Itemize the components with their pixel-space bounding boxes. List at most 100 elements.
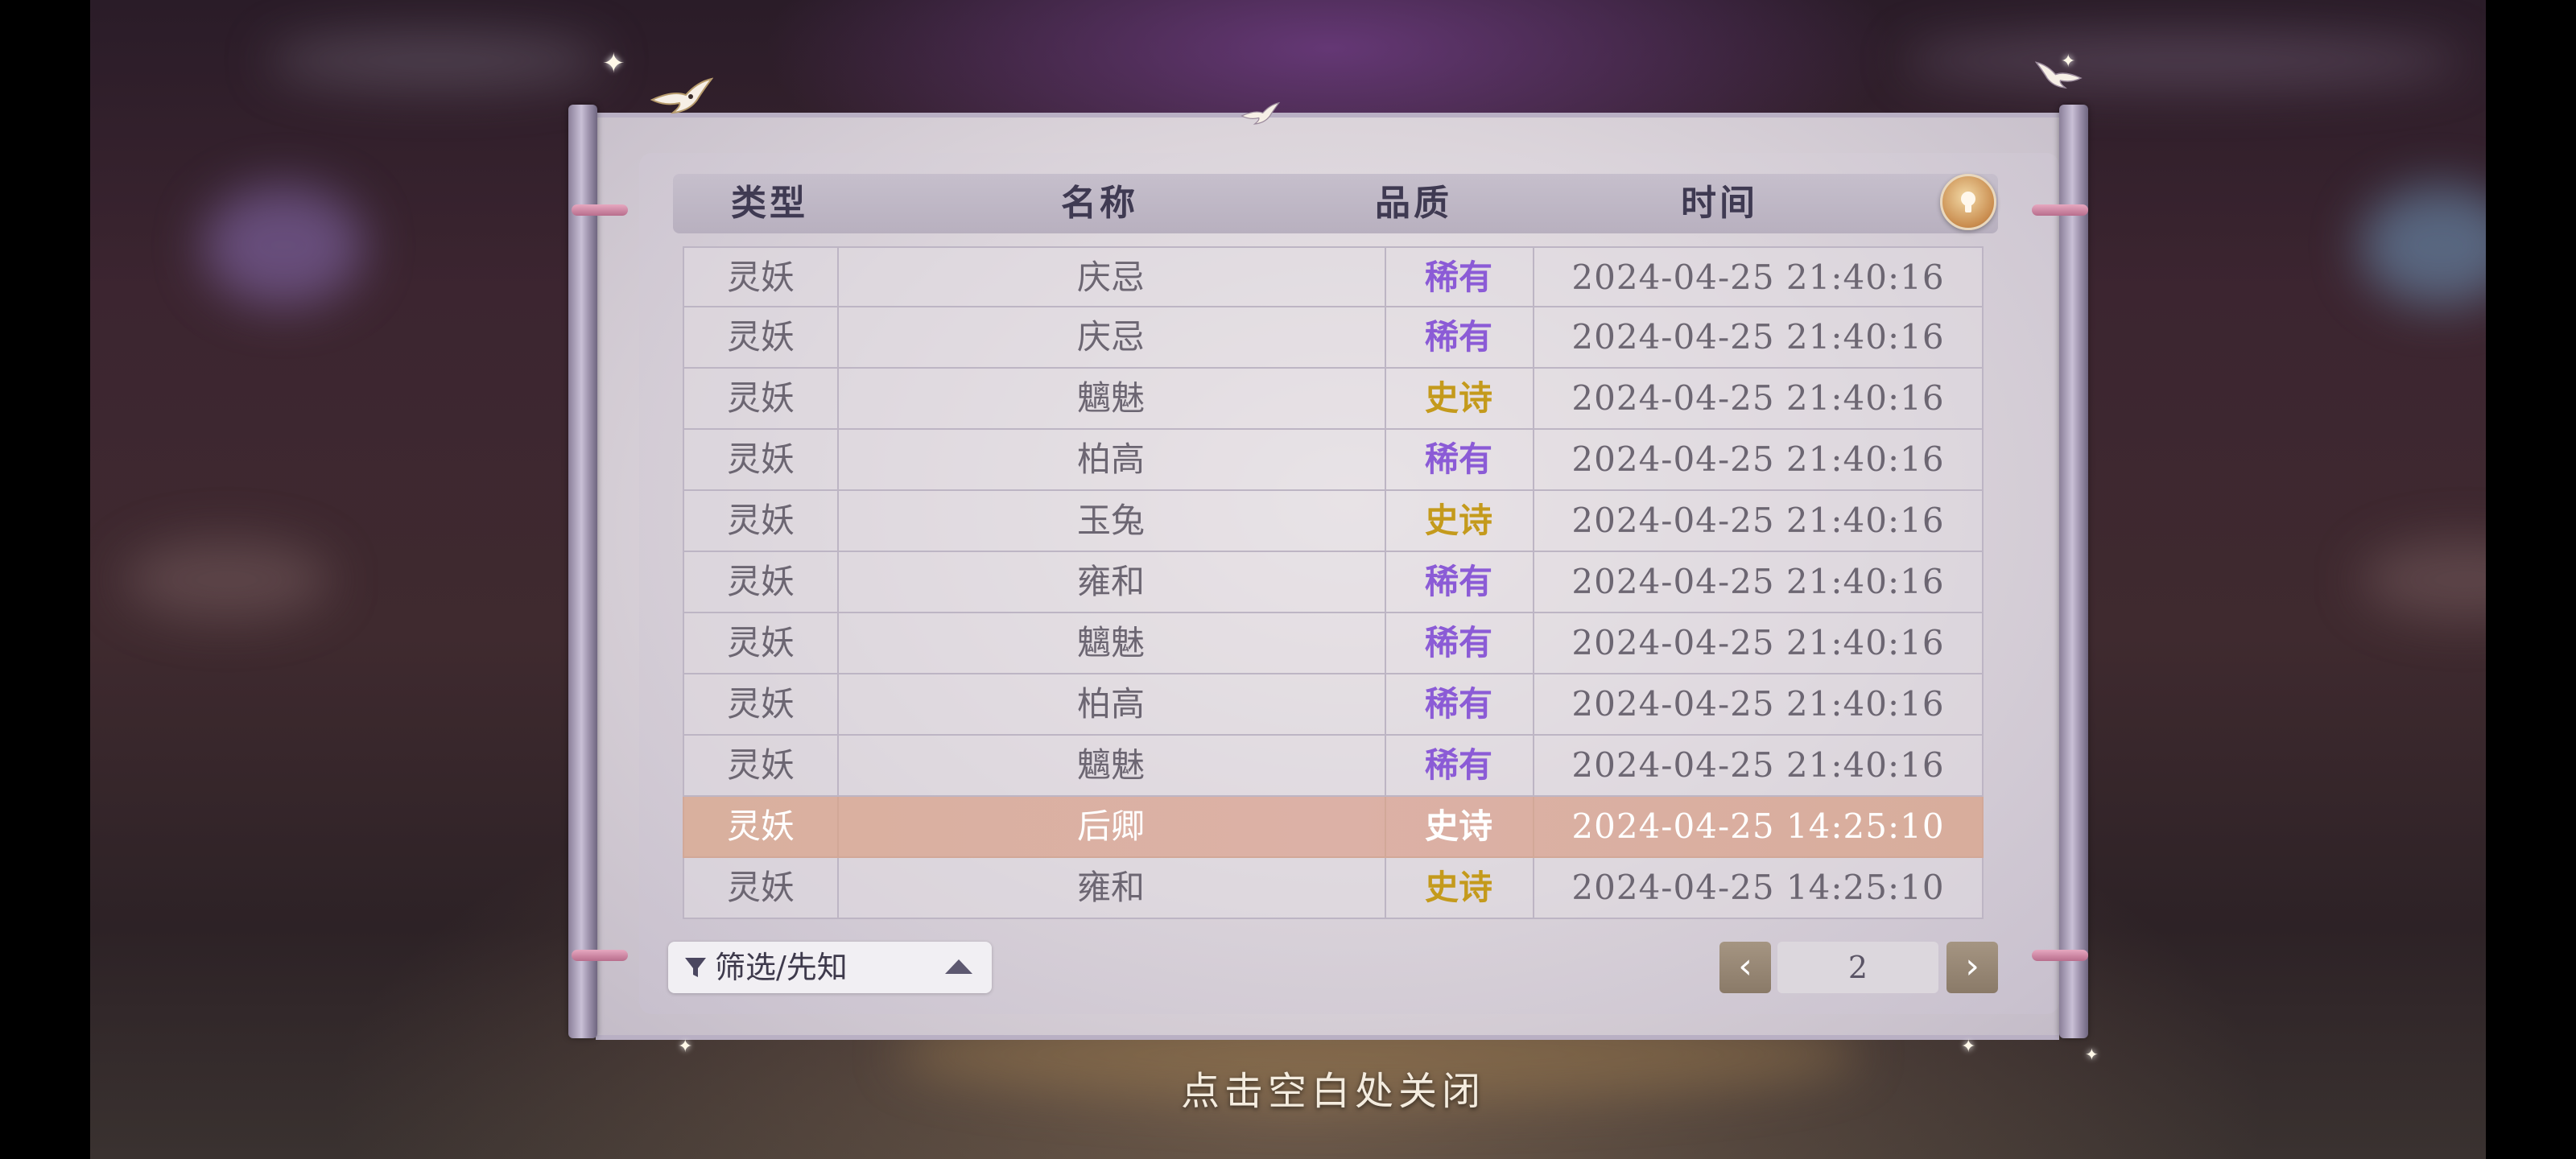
prev-page-button[interactable]: ‹ — [1719, 942, 1771, 993]
scroll-knob — [2032, 204, 2088, 216]
cell-type: 灵妖 — [726, 806, 795, 846]
scroll-knob — [572, 950, 628, 961]
table-row[interactable]: 灵妖 雍和 稀有 2024-04-25 21:40:16 — [683, 552, 1984, 613]
cell-time: 2024-04-25 21:40:16 — [1571, 439, 1945, 479]
column-divider — [1533, 369, 1534, 428]
table-row[interactable]: 灵妖 庆忌 稀有 2024-04-25 21:40:16 — [683, 246, 1984, 307]
cell-name: 雍和 — [1076, 868, 1145, 907]
column-divider — [837, 552, 839, 612]
cell-quality: 稀有 — [1424, 439, 1492, 479]
table-row[interactable]: 灵妖 玉兔 史诗 2024-04-25 21:40:16 — [683, 491, 1984, 552]
filter-dropdown[interactable]: 筛选/先知 — [668, 942, 992, 993]
cell-quality: 稀有 — [1424, 258, 1492, 297]
column-divider — [1385, 307, 1386, 367]
table-row[interactable]: 灵妖 魑魅 稀有 2024-04-25 21:40:16 — [683, 613, 1984, 674]
cell-name: 庆忌 — [1076, 317, 1145, 357]
cell-quality: 稀有 — [1424, 623, 1492, 662]
chevron-right-icon: › — [1965, 946, 1979, 987]
column-divider — [1385, 248, 1386, 307]
column-divider — [837, 307, 839, 367]
column-divider — [1533, 248, 1534, 307]
background-blur — [267, 32, 605, 89]
cell-time: 2024-04-25 21:40:16 — [1571, 317, 1945, 357]
next-page-button[interactable]: › — [1946, 942, 1998, 993]
swallow-bird-icon — [650, 77, 713, 114]
header-type: 类型 — [731, 183, 808, 224]
cell-name: 庆忌 — [1076, 258, 1145, 297]
cell-quality: 稀有 — [1424, 562, 1492, 601]
cell-time: 2024-04-25 21:40:16 — [1571, 745, 1945, 785]
cell-name: 后卿 — [1076, 806, 1145, 846]
table-row[interactable]: 灵妖 雍和 史诗 2024-04-25 14:25:10 — [683, 858, 1984, 919]
cell-quality: 稀有 — [1424, 317, 1492, 357]
sparkle-icon: ✦ — [2085, 1045, 2099, 1064]
table-row[interactable]: 灵妖 柏高 稀有 2024-04-25 21:40:16 — [683, 674, 1984, 736]
column-divider — [837, 674, 839, 734]
column-divider — [1533, 430, 1534, 489]
column-divider — [1533, 858, 1534, 918]
column-divider — [1385, 369, 1386, 428]
cell-time: 2024-04-25 21:40:16 — [1571, 258, 1945, 297]
cell-time: 2024-04-25 21:40:16 — [1571, 562, 1945, 601]
cell-type: 灵妖 — [726, 258, 795, 297]
table-row[interactable]: 灵妖 柏高 稀有 2024-04-25 21:40:16 — [683, 430, 1984, 491]
column-divider — [1533, 613, 1534, 673]
chevron-up-icon — [945, 959, 972, 974]
scroll-knob — [572, 204, 628, 216]
column-divider — [1385, 552, 1386, 612]
sparkle-icon: ✦ — [678, 1037, 693, 1057]
close-hint-text: 点击空白处关闭 — [1180, 1069, 1485, 1114]
table-row[interactable]: 灵妖 庆忌 稀有 2024-04-25 21:40:16 — [683, 307, 1984, 369]
cell-time: 2024-04-25 14:25:10 — [1571, 806, 1945, 846]
column-divider — [1533, 552, 1534, 612]
column-divider — [1385, 430, 1386, 489]
column-divider — [837, 248, 839, 307]
cell-quality: 史诗 — [1424, 378, 1492, 418]
info-button[interactable] — [1940, 174, 1996, 230]
cell-type: 灵妖 — [726, 684, 795, 724]
cell-name: 魑魅 — [1076, 378, 1145, 418]
page-number-field[interactable]: 2 — [1777, 942, 1938, 993]
scroll-knob — [2032, 950, 2088, 961]
scroll-rod-right — [2059, 105, 2088, 1038]
swallow-bird-icon — [2035, 61, 2083, 89]
column-divider — [1385, 797, 1386, 856]
cell-time: 2024-04-25 21:40:16 — [1571, 623, 1945, 662]
table-row[interactable]: 灵妖 后卿 史诗 2024-04-25 14:25:10 — [683, 797, 1984, 858]
column-divider — [1385, 613, 1386, 673]
column-divider — [837, 491, 839, 551]
column-divider — [1533, 797, 1534, 856]
cell-type: 灵妖 — [726, 317, 795, 357]
column-divider — [1385, 674, 1386, 734]
cell-quality: 稀有 — [1424, 684, 1492, 724]
table-row[interactable]: 灵妖 魑魅 史诗 2024-04-25 21:40:16 — [683, 369, 1984, 430]
column-divider — [1385, 491, 1386, 551]
cell-quality: 史诗 — [1424, 868, 1492, 907]
column-divider — [1533, 491, 1534, 551]
gacha-history-table: 灵妖 庆忌 稀有 2024-04-25 21:40:16 灵妖 庆忌 稀有 2024-04-2… — [683, 246, 1984, 919]
cell-time: 2024-04-25 21:40:16 — [1571, 501, 1945, 540]
cell-type: 灵妖 — [726, 501, 795, 540]
column-divider — [1533, 307, 1534, 367]
background-blur — [2360, 539, 2486, 620]
funnel-icon — [685, 958, 706, 977]
column-divider — [837, 430, 839, 489]
column-divider — [1533, 674, 1534, 734]
column-divider — [1385, 736, 1386, 795]
sparkle-icon: ✦ — [1961, 1037, 1976, 1057]
column-divider — [837, 613, 839, 673]
header-name: 名称 — [1061, 183, 1138, 224]
column-divider — [837, 369, 839, 428]
cell-type: 灵妖 — [726, 868, 795, 907]
table-row[interactable]: 灵妖 魑魅 稀有 2024-04-25 21:40:16 — [683, 736, 1984, 797]
cell-type: 灵妖 — [726, 745, 795, 785]
background-blur — [2360, 185, 2486, 306]
cell-type: 灵妖 — [726, 562, 795, 601]
header-quality: 品质 — [1375, 183, 1452, 224]
column-divider — [1385, 858, 1386, 918]
table-header: 类型 名称 品质 时间 — [673, 174, 1998, 233]
column-divider — [1533, 736, 1534, 795]
cell-type: 灵妖 — [726, 439, 795, 479]
column-divider — [837, 736, 839, 795]
background-blur — [1901, 32, 2465, 89]
